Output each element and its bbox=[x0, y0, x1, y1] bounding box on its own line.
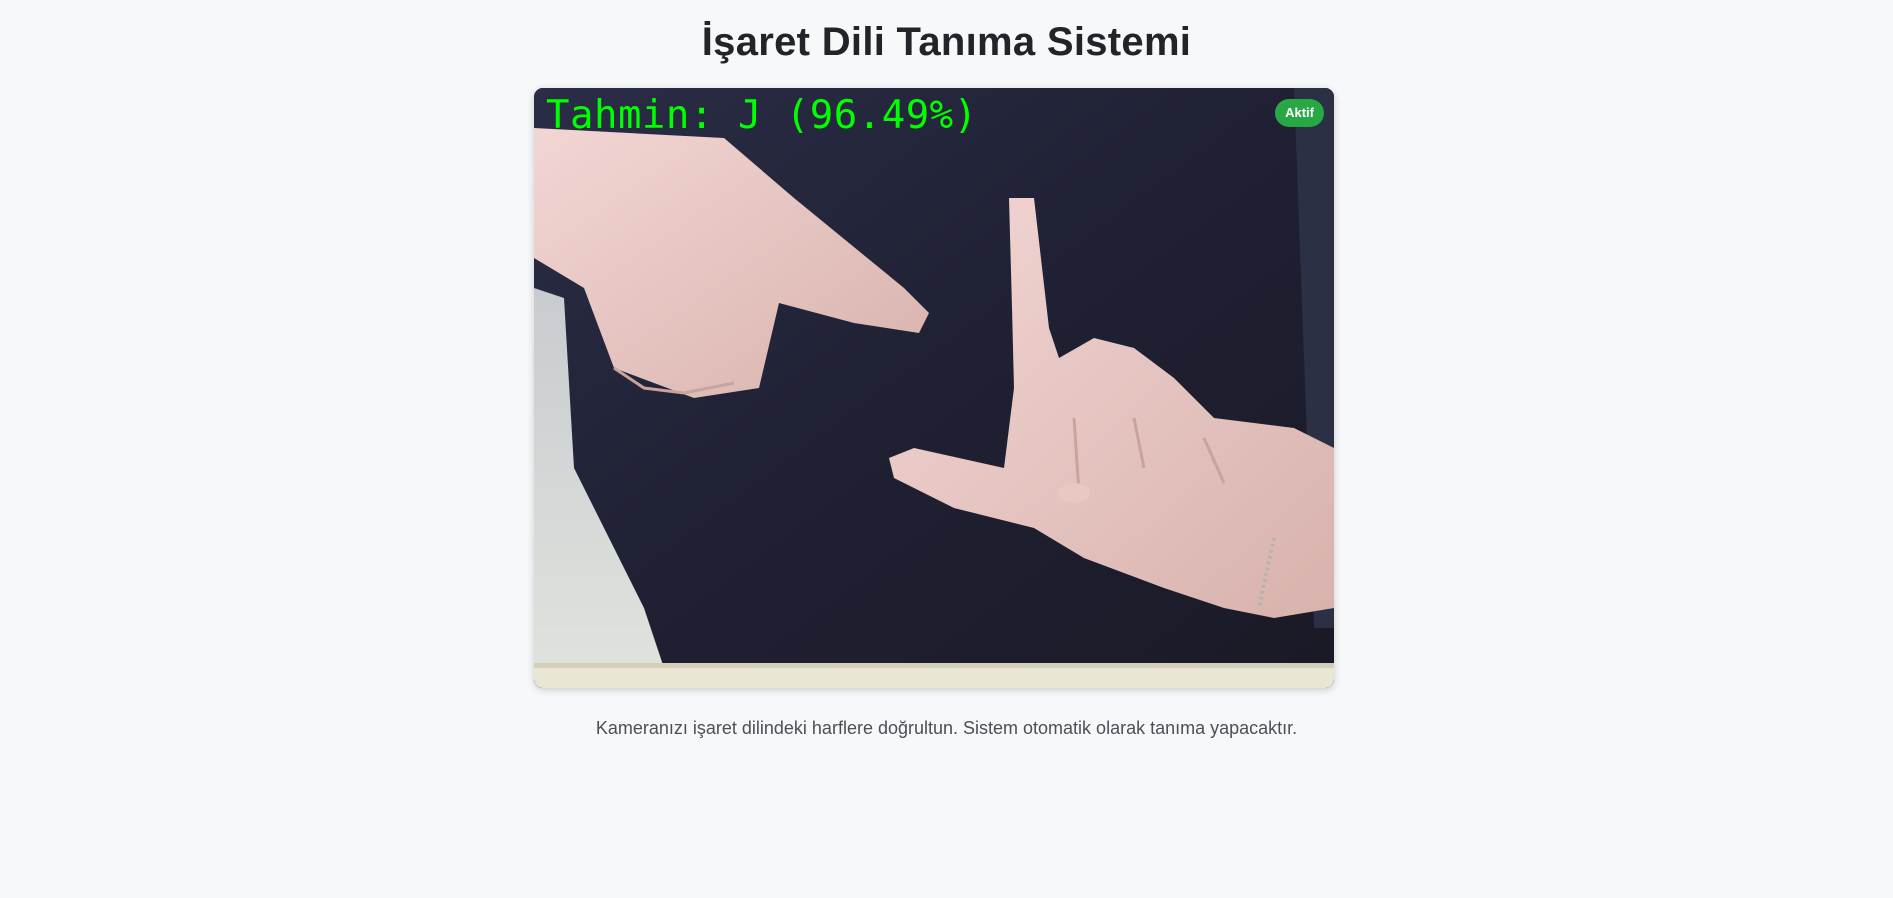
instructions-text: Kameranızı işaret dilindeki harflere doğ… bbox=[595, 718, 1298, 738]
camera-frame bbox=[534, 88, 1334, 688]
page: İşaret Dili Tanıma Sistemi Tahmin: J (96… bbox=[0, 0, 1893, 898]
page-title: İşaret Dili Tanıma Sistemi bbox=[701, 20, 1192, 64]
status-badge: Aktif bbox=[1275, 99, 1324, 127]
prediction-overlay: Tahmin: J (96.49%) bbox=[546, 93, 978, 138]
camera-feed: Tahmin: J (96.49%) Aktif bbox=[534, 88, 1334, 688]
